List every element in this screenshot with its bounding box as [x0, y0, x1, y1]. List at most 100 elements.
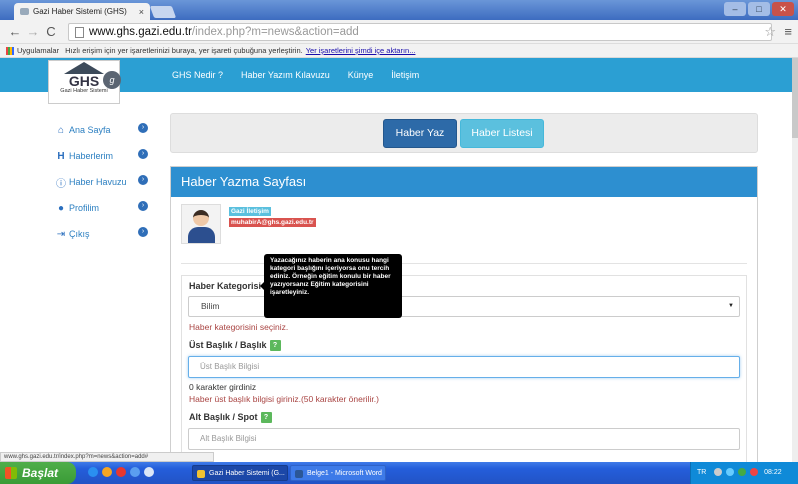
url-bar[interactable]: www.ghs.gazi.edu.tr/index.php?m=news&act…	[68, 23, 772, 41]
chevron-right-icon[interactable]: ›	[138, 149, 148, 159]
sidebar-item-haber-havuzu[interactable]: ⓘ Haber Havuzu ›	[56, 169, 148, 195]
nav-kilavuz[interactable]: Haber Yazım Kılavuzu	[241, 70, 330, 80]
sidebar-item-ana-sayfa[interactable]: ⌂ Ana Sayfa ›	[56, 117, 148, 143]
window-close-icon[interactable]: ✕	[772, 2, 794, 16]
language-indicator[interactable]: TR	[697, 469, 706, 476]
user-icon: ●	[57, 202, 65, 214]
chrome-task-icon	[197, 470, 205, 478]
user-badge: Gazi İletişim	[229, 207, 271, 216]
action-panel: Haber Yaz Haber Listesi	[170, 113, 758, 153]
sidebar-item-haberlerim[interactable]: H Haberlerim ›	[56, 143, 148, 169]
taskbar: Başlat Gazi Haber Sistemi (G... Belge1 -…	[0, 462, 798, 484]
chevron-right-icon[interactable]: ›	[138, 123, 148, 133]
bookmark-star-icon[interactable]: ☆	[764, 24, 776, 40]
network-icon[interactable]	[726, 468, 735, 477]
haber-yaz-button[interactable]: Haber Yaz	[383, 119, 457, 148]
avatar	[181, 204, 221, 244]
top-nav: GHS Nedir ? Haber Yazım Kılavuzu Künye İ…	[172, 58, 419, 92]
page-title: Haber Yazma Sayfası	[171, 167, 757, 197]
info-icon: ⓘ	[56, 178, 66, 190]
alert-icon[interactable]	[750, 468, 759, 477]
start-button[interactable]: Başlat	[0, 462, 76, 484]
tab-title: Gazi Haber Sistemi (GHS)	[33, 7, 127, 16]
apps-icon[interactable]	[6, 46, 14, 55]
browser-tab[interactable]: Gazi Haber Sistemi (GHS) ×	[14, 3, 150, 20]
media-icon[interactable]	[116, 467, 126, 477]
firefox-icon[interactable]	[102, 467, 112, 477]
chrome-icon[interactable]	[130, 467, 140, 477]
tab-close-icon[interactable]: ×	[139, 7, 144, 17]
title-hint: Haber üst başlık bilgisi giriniz.(50 kar…	[189, 394, 379, 404]
chevron-right-icon[interactable]: ›	[138, 175, 148, 185]
spot-label-text: Alt Başlık / Spot	[189, 412, 258, 422]
browser-titlebar: Gazi Haber Sistemi (GHS) × – □ ✕	[0, 0, 798, 20]
logout-icon: ⇥	[56, 228, 66, 240]
nav-kunye[interactable]: Künye	[348, 70, 374, 80]
reload-icon[interactable]: C	[44, 24, 58, 39]
favicon-icon	[20, 8, 29, 15]
taskbar-item-word[interactable]: Belge1 - Microsoft Word	[290, 465, 386, 481]
scrollbar-thumb[interactable]	[792, 58, 798, 138]
maximize-icon[interactable]: □	[748, 2, 770, 16]
help-icon[interactable]: ?	[260, 412, 272, 424]
spot-input[interactable]: Alt Başlık Bilgisi	[188, 428, 740, 450]
ie-icon[interactable]	[88, 467, 98, 477]
word-task-icon	[295, 470, 303, 478]
spot-label: Alt Başlık / Spot?	[189, 412, 272, 424]
sidebar-item-profilim[interactable]: ● Profilim ›	[56, 195, 148, 221]
status-url: www.ghs.gazi.edu.tr/index.php?m=news&act…	[0, 452, 214, 462]
bookmarks-hint: Hızlı erişim için yer işaretlerinizi bur…	[65, 46, 303, 55]
bookmarks-import-link[interactable]: Yer işaretlerini şimdi içe aktarın...	[306, 46, 416, 55]
tooltip-text: Yazacağınız haberin ana konusu hangi kat…	[270, 257, 391, 296]
title-char-count: 0 karakter girdiniz	[189, 382, 257, 392]
chevron-right-icon[interactable]: ›	[138, 227, 148, 237]
clock: 08:22	[764, 469, 782, 476]
logo-subtitle: Gazi Haber Sistemi	[60, 88, 108, 94]
sidebar-item-label: Haberlerim	[69, 151, 114, 161]
chevron-right-icon[interactable]: ›	[138, 201, 148, 211]
back-icon[interactable]: ←	[8, 24, 22, 39]
news-write-panel: Haber Yazma Sayfası Gazi İletişim muhabi…	[170, 166, 758, 463]
user-email-badge: muhabirA@ghs.gazi.edu.tr	[229, 218, 316, 227]
title-label-text: Üst Başlık / Başlık	[189, 340, 267, 350]
system-tray: TR 08:22	[690, 462, 798, 484]
avatar-body-icon	[188, 227, 215, 243]
site-logo[interactable]: GHS Gazi Haber Sistemi g	[48, 60, 121, 104]
title-label: Üst Başlık / Başlık?	[189, 340, 281, 352]
category-help-tooltip: Yazacağınız haberin ana konusu hangi kat…	[260, 254, 402, 318]
haber-listesi-button[interactable]: Haber Listesi	[460, 119, 544, 148]
new-tab-button[interactable]	[149, 6, 177, 18]
url-path: /index.php?m=news&action=add	[191, 26, 359, 38]
task-label: Belge1 - Microsoft Word	[307, 470, 382, 477]
bookmarks-apps-link[interactable]: Uygulamalar	[17, 46, 59, 55]
avatar-head-icon	[193, 210, 209, 226]
explorer-icon[interactable]	[144, 467, 154, 477]
browser-menu-icon[interactable]: ≡	[784, 24, 792, 39]
taskbar-item-browser[interactable]: Gazi Haber Sistemi (G...	[192, 465, 288, 481]
h-icon: H	[57, 150, 65, 162]
security-icon[interactable]	[738, 468, 747, 477]
url-host: www.ghs.gazi.edu.tr	[89, 26, 192, 38]
keyboard-icon[interactable]	[714, 468, 723, 477]
nav-iletisim[interactable]: İletişim	[391, 70, 419, 80]
sidebar: ⌂ Ana Sayfa › H Haberlerim › ⓘ Haber Hav…	[56, 117, 148, 247]
nav-ghs-nedir[interactable]: GHS Nedir ?	[172, 70, 223, 80]
help-icon[interactable]: ?	[269, 340, 281, 352]
window-controls: – □ ✕	[724, 2, 794, 16]
windows-logo-icon	[5, 467, 17, 479]
forward-icon[interactable]: →	[26, 24, 40, 39]
address-toolbar: ← → C www.ghs.gazi.edu.tr/index.php?m=ne…	[0, 20, 798, 44]
minimize-icon[interactable]: –	[724, 2, 746, 16]
page-scrollbar[interactable]	[792, 58, 798, 462]
sidebar-item-label: Haber Havuzu	[69, 177, 127, 187]
bookmarks-bar: Uygulamalar Hızlı erişim için yer işaret…	[0, 44, 798, 58]
sidebar-item-cikis[interactable]: ⇥ Çıkış ›	[56, 221, 148, 247]
sidebar-item-label: Ana Sayfa	[69, 125, 111, 135]
sidebar-item-label: Profilim	[69, 203, 100, 213]
start-label: Başlat	[22, 466, 59, 480]
category-label-text: Haber Kategorisi	[189, 281, 262, 291]
category-selected-value: Bilim	[201, 301, 220, 311]
home-icon: ⌂	[57, 124, 65, 136]
category-error: Haber kategorisini seçiniz.	[189, 322, 289, 332]
title-input[interactable]: Üst Başlık Bilgisi	[188, 356, 740, 378]
